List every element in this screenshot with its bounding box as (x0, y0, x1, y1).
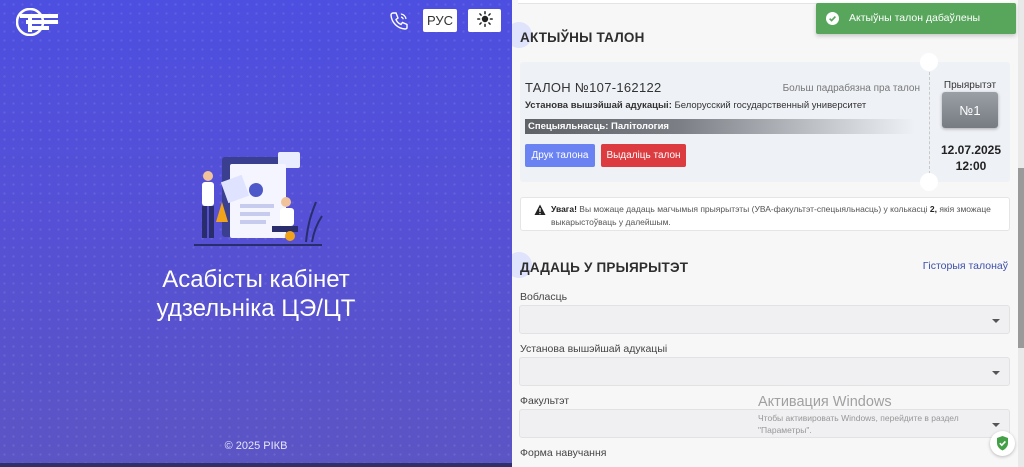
ticket-time: 12:00 (955, 159, 987, 173)
ticket-number: ТАЛОН №107-162122 (525, 80, 662, 95)
title-line-1: Асабісты кабінет (162, 266, 350, 293)
print-ticket-button[interactable]: Друк талона (525, 144, 595, 167)
delete-ticket-button[interactable]: Выдаліць талон (601, 144, 686, 167)
language-button[interactable]: РУС (423, 9, 457, 32)
warning-icon (534, 204, 546, 215)
ticket-notch-bottom (920, 173, 938, 191)
copyright: © 2025 РІКВ (224, 440, 288, 452)
logo-icon[interactable] (16, 8, 60, 36)
main-content: АКТЫЎНЫ ТАЛОН ТАЛОН №107-162122 Больш па… (512, 0, 1024, 467)
documents-illustration (194, 152, 323, 246)
institution-label: Установа вышэйшай адукацыі: (525, 100, 672, 111)
chevron-down-icon (992, 371, 1000, 375)
scrollbar-track[interactable] (1018, 0, 1024, 467)
add-priority-title: ДАДАЦЬ У ПРЫЯРЫТЭТ (520, 260, 689, 275)
ticket-divider (929, 72, 930, 174)
faculty-label: Факультэт (520, 395, 570, 407)
ticket-details-link[interactable]: Больш падрабязна пра талон (783, 83, 920, 94)
warning-box: Увага! Вы можаце дадаць магчымыя прыярыт… (520, 197, 1010, 231)
region-select[interactable] (519, 305, 1010, 334)
security-badge[interactable] (990, 431, 1015, 456)
study-form-label: Форма навучання (520, 447, 607, 459)
success-toast[interactable]: Актыўны талон дабаўлены (816, 3, 1016, 34)
ticket-date: 12.07.2025 (940, 143, 1002, 157)
ticket-datetime: 12.07.2025 12:00 (932, 142, 1010, 174)
page-title: Асабісты кабінет удзельніка ЦЭ/ЦТ (0, 265, 512, 323)
warning-text: Увага! Вы можаце дадаць магчымыя прыярыт… (551, 203, 1006, 229)
toast-message: Актыўны талон дабаўлены (849, 12, 981, 24)
warning-body: Вы можаце дадаць магчымыя прыярытэты (УВ… (579, 204, 928, 214)
windows-activation-title: Активация Windows (758, 394, 892, 410)
scrollbar-thumb[interactable] (1018, 168, 1024, 348)
theme-toggle-button[interactable] (468, 9, 501, 32)
institution-value: Белорусский государственный университет (674, 100, 867, 111)
sun-icon (476, 11, 493, 27)
chevron-down-icon (992, 319, 1000, 323)
login-side-panel: РУС Асабісты кабінет удзельніка ЦЭ/ЦТ © … (0, 0, 512, 467)
specialty-bar: Спецыяльнасць: Палітология (525, 119, 915, 134)
ticket-history-link[interactable]: Гісторыя талонаў (923, 260, 1008, 272)
warning-count: 2, (929, 204, 937, 214)
title-line-2: удзельніка ЦЭ/ЦТ (156, 295, 356, 322)
ticket-notch-top (920, 53, 938, 71)
active-ticket-title: АКТЫЎНЫ ТАЛОН (520, 30, 645, 45)
windows-activation-subtitle: Чтобы активировать Windows, перейдите в … (758, 413, 959, 435)
priority-badge: №1 (942, 92, 998, 128)
institution-line: Установа вышэйшай адукацыі: Белорусский … (525, 100, 866, 111)
institution-select[interactable] (519, 357, 1010, 386)
priority-label: Прыярытэт (943, 80, 997, 91)
bottom-bar (0, 463, 512, 467)
check-circle-icon (826, 12, 839, 25)
institution-field-label: Установа вышэйшай адукацыі (520, 343, 668, 355)
warning-bold: Увага! (551, 204, 577, 214)
phone-icon (390, 12, 408, 30)
region-label: Вобласць (520, 291, 568, 303)
phone-button[interactable] (388, 10, 410, 32)
ticket-card: ТАЛОН №107-162122 Больш падрабязна пра т… (520, 53, 1010, 191)
shield-check-icon (997, 436, 1008, 451)
